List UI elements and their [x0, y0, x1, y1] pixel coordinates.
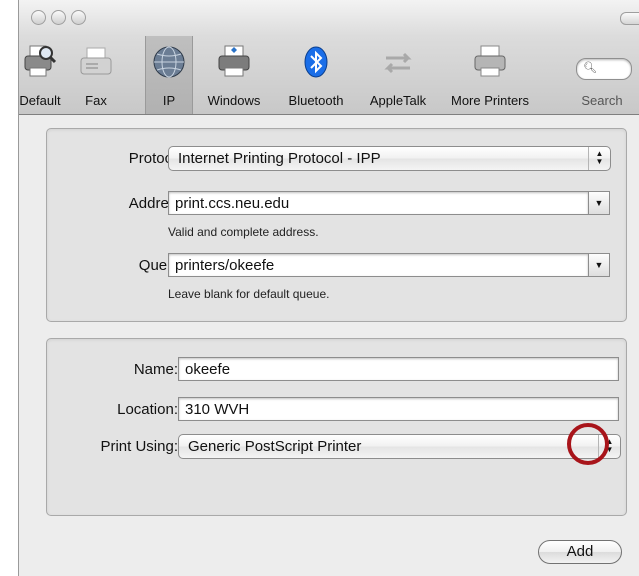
toolbar: Default Fax IP Windows Bluetooth AppleTa…	[19, 36, 639, 115]
queue-hint: Leave blank for default queue.	[168, 287, 330, 301]
printer-icon	[472, 44, 508, 80]
globe-icon	[151, 44, 187, 80]
minimize-window-button[interactable]	[51, 10, 66, 25]
queue-combo-button[interactable]: ▼	[588, 253, 610, 277]
print-using-popup[interactable]: Generic PostScript Printer ▲ ▼	[178, 434, 621, 459]
bluetooth-icon	[298, 44, 334, 80]
highlight-circle-annotation	[567, 423, 609, 465]
chevron-down-icon: ▼	[594, 198, 604, 208]
add-printer-window: Default Fax IP Windows Bluetooth AppleTa…	[18, 0, 639, 576]
location-value: 310 WVH	[185, 401, 250, 418]
zoom-window-button[interactable]	[71, 10, 86, 25]
toolbar-default[interactable]: Default	[19, 36, 61, 114]
toolbar-windows-label: Windows	[207, 93, 261, 108]
print-using-value: Generic PostScript Printer	[188, 438, 362, 455]
chevron-down-icon: ▼	[594, 260, 604, 270]
toolbar-ip[interactable]: IP	[145, 36, 193, 114]
printer-icon	[216, 44, 252, 80]
close-window-button[interactable]	[31, 10, 46, 25]
appletalk-arrows-icon	[380, 44, 416, 80]
title-bar	[19, 0, 639, 36]
toolbar-ip-label: IP	[162, 93, 176, 108]
add-button[interactable]: Add	[538, 540, 622, 564]
protocol-popup[interactable]: Internet Printing Protocol - IPP ▲ ▼	[168, 146, 611, 171]
name-field[interactable]: okeefe	[178, 357, 619, 381]
toolbar-bluetooth[interactable]: Bluetooth	[275, 36, 357, 114]
address-value: print.ccs.neu.edu	[175, 195, 290, 212]
queue-value: printers/okeefe	[175, 257, 275, 274]
printer-info-group: Name: okeefe Location: 310 WVH Print Usi…	[46, 338, 627, 516]
location-label: Location:	[117, 401, 178, 418]
toolbar-more-printers[interactable]: More Printers	[439, 36, 541, 114]
fax-icon	[78, 44, 114, 80]
location-field[interactable]: 310 WVH	[178, 397, 619, 421]
toolbar-windows[interactable]: Windows	[201, 36, 267, 114]
connection-group: Protocol: Internet Printing Protocol - I…	[46, 128, 627, 322]
toolbar-more-printers-label: More Printers	[450, 93, 530, 108]
address-hint: Valid and complete address.	[168, 225, 319, 239]
printer-magnifier-icon	[22, 44, 58, 80]
address-combo-button[interactable]: ▼	[588, 191, 610, 215]
queue-field[interactable]: printers/okeefe	[168, 253, 589, 277]
toolbar-search: 🔍︎ Search	[565, 36, 639, 114]
toolbar-fax[interactable]: Fax	[73, 36, 119, 114]
toolbar-toggle-button[interactable]	[620, 12, 639, 25]
magnifier-icon: 🔍︎	[583, 62, 597, 74]
address-field[interactable]: print.ccs.neu.edu	[168, 191, 589, 215]
print-using-label: Print Using:	[100, 438, 178, 455]
updown-arrows-icon: ▲ ▼	[588, 147, 610, 170]
search-input[interactable]: 🔍︎	[576, 58, 632, 80]
toolbar-appletalk-label: AppleTalk	[369, 93, 427, 108]
name-value: okeefe	[185, 361, 231, 378]
toolbar-appletalk[interactable]: AppleTalk	[359, 36, 437, 114]
toolbar-default-label: Default	[19, 93, 61, 108]
toolbar-fax-label: Fax	[85, 93, 107, 108]
protocol-value: Internet Printing Protocol - IPP	[178, 150, 381, 167]
toolbar-bluetooth-label: Bluetooth	[288, 93, 344, 108]
toolbar-search-label: Search	[581, 93, 623, 108]
name-label: Name:	[133, 361, 178, 378]
